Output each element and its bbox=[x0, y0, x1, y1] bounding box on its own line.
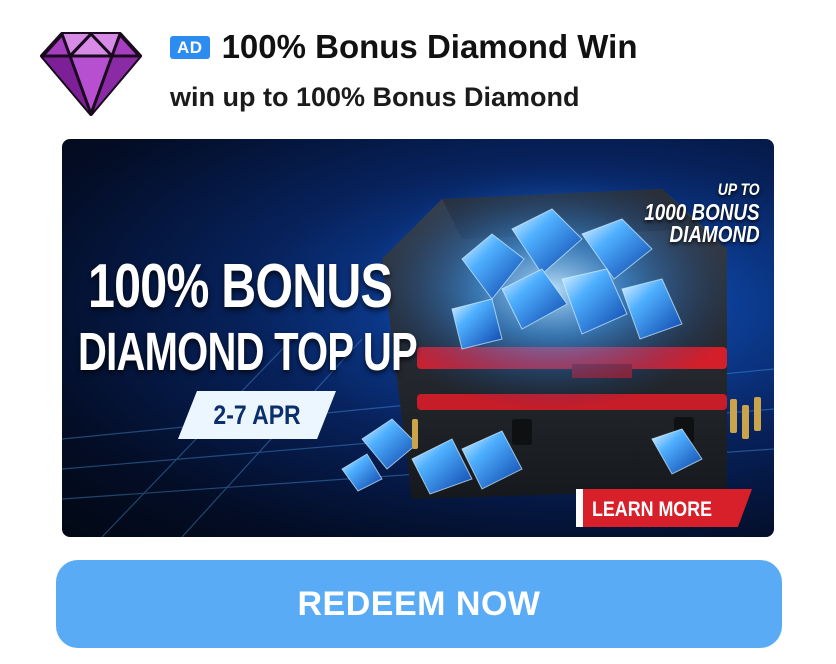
diamond-icon[interactable] bbox=[40, 30, 142, 116]
ad-card[interactable]: AD 100% Bonus Diamond Win win up to 100%… bbox=[0, 0, 836, 664]
redeem-now-button[interactable]: REDEEM NOW bbox=[56, 560, 782, 648]
bonus-note-line1: UP TO bbox=[718, 180, 760, 199]
bonus-note: UP TO 1000 BONUS DIAMOND bbox=[644, 179, 760, 247]
promo-banner[interactable]: 100% BONUS DIAMOND TOP UP 2-7 APR UP TO … bbox=[62, 139, 774, 537]
ad-header[interactable]: AD 100% Bonus Diamond Win bbox=[170, 28, 637, 66]
banner-headline-line1: 100% BONUS bbox=[88, 252, 393, 321]
date-tag: 2-7 APR bbox=[178, 391, 336, 439]
date-label: 2-7 APR bbox=[213, 400, 301, 430]
bonus-note-line2: 1000 BONUS bbox=[644, 199, 760, 225]
learn-more-button[interactable]: LEARN MORE bbox=[576, 489, 752, 527]
bonus-note-line3: DIAMOND bbox=[669, 221, 760, 247]
ad-badge: AD bbox=[170, 35, 210, 59]
ad-title[interactable]: 100% Bonus Diamond Win bbox=[222, 28, 638, 66]
ad-subtitle[interactable]: win up to 100% Bonus Diamond bbox=[170, 82, 580, 113]
learn-more-label: LEARN MORE bbox=[592, 498, 712, 521]
banner-headline-line2: DIAMOND TOP UP bbox=[78, 322, 418, 382]
